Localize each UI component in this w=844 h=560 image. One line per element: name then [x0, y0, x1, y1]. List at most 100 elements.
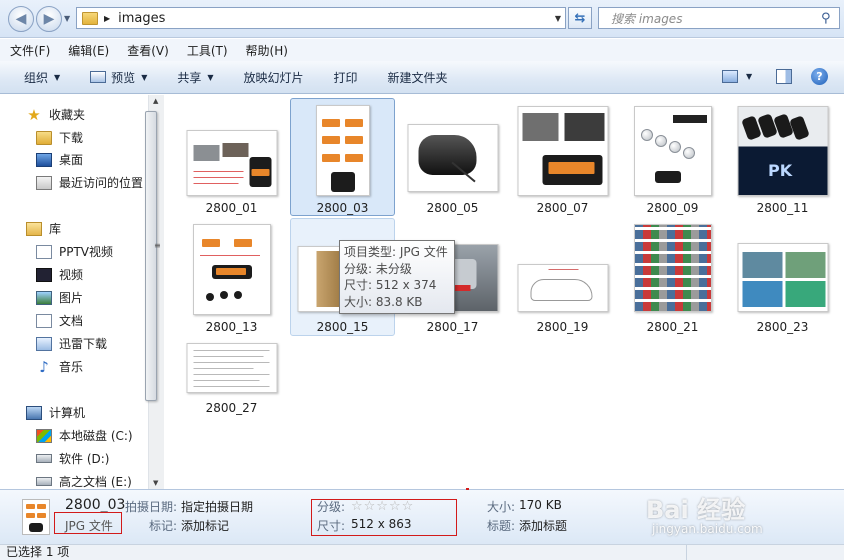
date-taken-value[interactable]: 指定拍摄日期 [181, 498, 253, 515]
breadcrumb-arrow-icon[interactable]: ▶ [104, 14, 110, 23]
nav-downloads[interactable]: 下载 [36, 127, 83, 148]
address-path[interactable]: images [118, 11, 165, 26]
share-dropdown-icon: ▼ [207, 72, 214, 82]
pictures-library-icon [36, 290, 52, 305]
status-bar: 已选择 1 项 [0, 544, 844, 560]
file-name: 2800_01 [205, 201, 258, 215]
nav-drive-d[interactable]: 软件 (D:) [36, 448, 109, 469]
file-item-selected[interactable]: 2800_03 [290, 98, 395, 216]
file-name: 2800_17 [426, 320, 479, 334]
search-placeholder[interactable]: 搜索 images [611, 10, 821, 27]
scroll-grip-icon: ≡ [154, 241, 161, 250]
recent-pages-dropdown-icon[interactable]: ▼ [64, 14, 70, 23]
nav-recent-label: 最近访问的位置 [59, 176, 144, 190]
details-thumbnail [22, 499, 50, 535]
nav-drive-e[interactable]: 高之文档 (E:) [36, 471, 132, 489]
details-file-name: 2800_03 [65, 497, 126, 513]
nav-libraries[interactable]: 库 [26, 218, 61, 239]
scroll-down-icon[interactable]: ▼ [153, 479, 158, 487]
menu-view[interactable]: 查看(V) [125, 42, 171, 59]
nav-pictures[interactable]: 图片 [36, 287, 83, 308]
preview-icon [90, 71, 107, 83]
nav-desktop[interactable]: 桌面 [36, 149, 83, 170]
tags-value[interactable]: 添加标记 [181, 517, 229, 534]
nav-documents[interactable]: 文档 [36, 310, 83, 331]
music-note-icon: ♪ [39, 357, 49, 376]
nav-desktop-label: 桌面 [59, 153, 84, 167]
address-history-dropdown-icon[interactable]: ▼ [555, 14, 561, 23]
nav-pptv-label: PPTV视频 [59, 245, 114, 259]
refresh-icon: ⇆ [574, 10, 586, 26]
library-icon [26, 221, 42, 236]
organize-button[interactable]: 组织 ▼ [24, 69, 60, 86]
nav-pptv[interactable]: PPTV视频 [36, 241, 113, 262]
file-item[interactable]: 2800_07 [510, 99, 615, 217]
file-thumbnail [186, 343, 277, 393]
file-thumbnail [315, 105, 370, 196]
search-input[interactable]: 搜索 images ⚲ [598, 7, 840, 29]
nav-drive-c[interactable]: 本地磁盘 (C:) [36, 425, 133, 446]
file-item[interactable]: 2800_27 [179, 318, 284, 436]
nav-favorites[interactable]: ★ 收藏夹 [26, 104, 85, 125]
slideshow-button[interactable]: 放映幻灯片 [244, 69, 304, 86]
menu-bar: 文件(F) 编辑(E) 查看(V) 工具(T) 帮助(H) [0, 39, 844, 61]
nav-recent[interactable]: 最近访问的位置 [36, 172, 143, 193]
share-label: 共享 [177, 70, 202, 85]
menu-tools[interactable]: 工具(T) [185, 42, 230, 59]
new-folder-button[interactable]: 新建文件夹 [388, 69, 448, 86]
nav-videos-label: 视频 [59, 268, 84, 282]
view-options-dropdown-icon[interactable]: ▼ [746, 72, 752, 81]
computer-icon [26, 405, 42, 420]
file-item[interactable]: 2800_05 [400, 99, 505, 217]
file-item[interactable]: 2800_01 [179, 99, 284, 217]
star-icon: ★ [27, 105, 41, 124]
video-library-icon [36, 267, 52, 282]
file-item[interactable]: PK 2800_11 [730, 99, 835, 217]
title-value[interactable]: 添加标题 [519, 517, 567, 534]
forward-button[interactable]: ▶ [36, 6, 62, 32]
search-icon[interactable]: ⚲ [821, 11, 839, 26]
nav-music[interactable]: ♪ 音乐 [36, 356, 83, 377]
status-separator [686, 544, 687, 560]
refresh-button[interactable]: ⇆ [568, 7, 592, 29]
downloads-folder-icon [36, 130, 52, 145]
nav-pictures-label: 图片 [59, 291, 84, 305]
drive-icon [36, 477, 52, 486]
file-thumbnail [517, 106, 608, 196]
nav-documents-label: 文档 [59, 314, 84, 328]
preview-button[interactable]: 预览 ▼ [90, 69, 147, 86]
address-row: ◀ ▶ ▼ ▶ images ▼ ⇆ 搜索 images ⚲ [0, 0, 844, 38]
file-item[interactable]: 2800_21 [620, 218, 725, 336]
nav-videos[interactable]: 视频 [36, 264, 83, 285]
nav-drive-d-label: 软件 (D:) [59, 452, 110, 466]
file-item[interactable]: 2800_19 [510, 218, 615, 336]
scroll-up-icon[interactable]: ▲ [153, 97, 158, 105]
nav-thunder[interactable]: 迅雷下载 [36, 333, 107, 354]
print-button[interactable]: 打印 [334, 69, 358, 86]
nav-favorites-label: 收藏夹 [49, 108, 86, 122]
desktop-icon [36, 152, 52, 167]
menu-file[interactable]: 文件(F) [8, 42, 52, 59]
folder-icon [82, 11, 98, 25]
back-button[interactable]: ◀ [8, 6, 34, 32]
status-selected-count: 已选择 1 项 [6, 545, 70, 559]
preview-pane-icon[interactable] [776, 69, 792, 84]
menu-help[interactable]: 帮助(H) [244, 42, 290, 59]
nav-scrollbar[interactable]: ▲ ≡ ▼ [145, 95, 164, 489]
share-button[interactable]: 共享 ▼ [177, 69, 213, 86]
nav-computer[interactable]: 计算机 [26, 402, 85, 423]
menu-edit[interactable]: 编辑(E) [66, 42, 111, 59]
scrollbar-thumb[interactable] [145, 111, 157, 401]
date-taken-label: 拍摄日期: [125, 500, 178, 514]
file-thumbnail: PK [737, 106, 828, 196]
file-item[interactable]: 2800_09 [620, 99, 725, 217]
file-item[interactable]: 2800_23 [730, 218, 835, 336]
change-view-icon[interactable] [722, 70, 738, 83]
system-drive-icon [36, 428, 52, 443]
file-thumbnail [192, 224, 271, 315]
drive-icon [36, 454, 52, 463]
file-name: 2800_07 [536, 201, 589, 215]
file-name: 2800_05 [426, 201, 479, 215]
address-bar[interactable]: ▶ images ▼ [76, 7, 566, 29]
help-icon[interactable]: ? [811, 68, 828, 85]
